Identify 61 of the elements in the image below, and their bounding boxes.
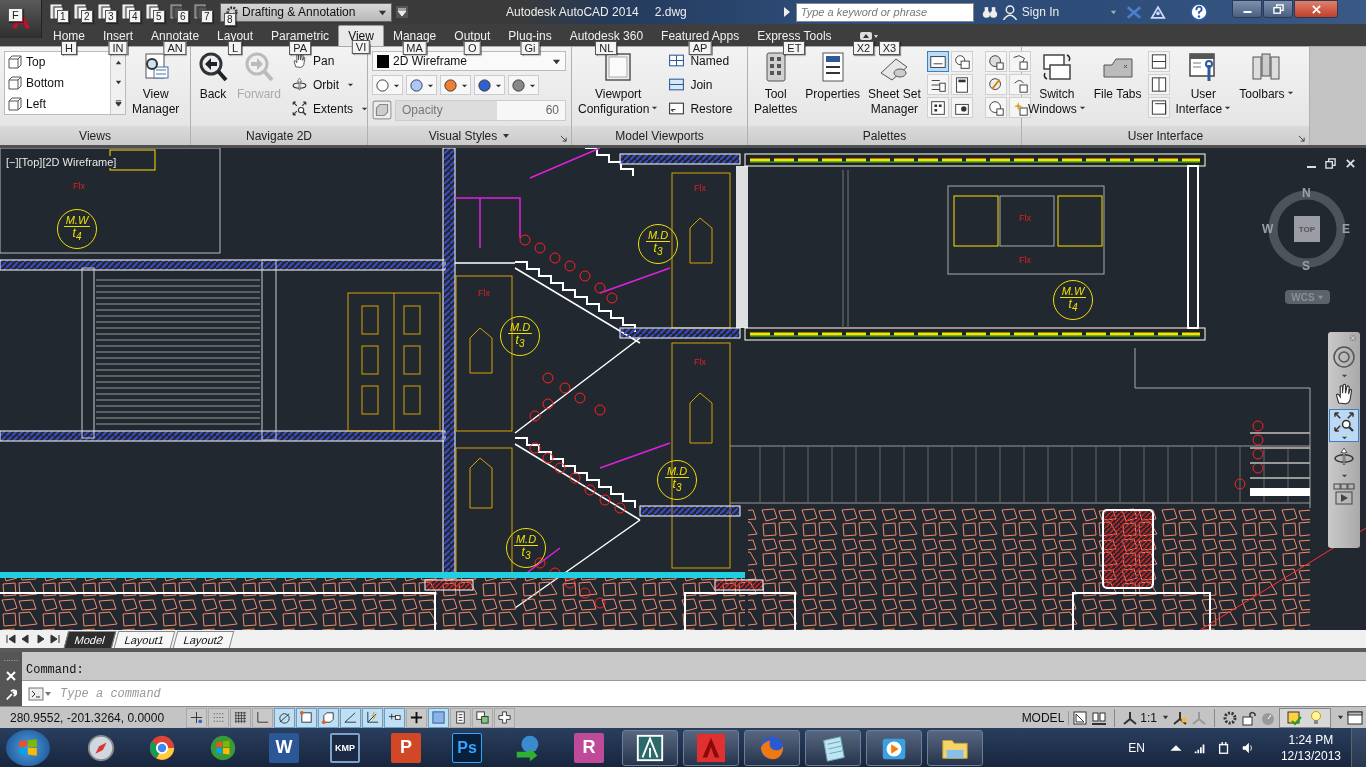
- clock-time: 1:24 PM: [1288, 731, 1334, 748]
- opacity-placeholder: Opacity: [402, 103, 443, 117]
- panel-title: Views: [79, 128, 111, 143]
- keytip-tooltip: 4: [129, 10, 141, 23]
- keytip-tooltip: 3: [105, 10, 117, 23]
- visual-style-name: 2D Wireframe: [393, 54, 468, 68]
- fixed-window-label: Flx: [478, 288, 490, 298]
- tag-index: t$_{3}$: [653, 242, 663, 259]
- keytip-tooltip: AP: [688, 41, 712, 55]
- panel-title: Navigate 2D: [245, 128, 312, 143]
- panel-title: User Interface: [1127, 128, 1204, 143]
- tag-code: M.D: [645, 229, 671, 243]
- keytip-tooltip: MA: [402, 41, 427, 55]
- keytip-tooltip: 5: [153, 10, 165, 23]
- workspace-name: Drafting & Annotation: [242, 5, 357, 19]
- tag-code: M.W: [63, 214, 91, 228]
- keytip-tooltip: AN: [163, 41, 187, 55]
- fixed-window-label: Flx: [694, 357, 706, 367]
- tag-code: M.W: [1059, 285, 1087, 299]
- app-logo-icon: KMP: [330, 732, 360, 763]
- tag-code: M.D: [664, 465, 690, 479]
- keytip-tooltip: L: [228, 41, 243, 55]
- keytip-tooltip: F: [8, 8, 23, 22]
- app-logo-icon: Ps: [452, 732, 482, 763]
- fixed-window-label: Flx: [1019, 213, 1031, 223]
- keytip-tooltip: X3: [878, 41, 901, 55]
- tag-index: t$_{3}$: [672, 478, 682, 495]
- keytip-tooltip: 8: [224, 12, 236, 26]
- tag-code: M.D: [507, 321, 533, 335]
- keytip-tooltip: 6: [177, 10, 189, 23]
- panel-title: Palettes: [862, 128, 907, 143]
- panel-title: Model Viewports: [615, 128, 704, 143]
- app-logo-icon: R: [574, 732, 604, 763]
- keytip-tooltip: X2: [852, 41, 875, 55]
- command-history: Command:: [22, 652, 1366, 681]
- tag-index: t$_{4}$: [72, 227, 82, 244]
- tag-code: M.D: [513, 533, 539, 547]
- fixed-window-label: Flx: [694, 183, 706, 193]
- keytip-tooltip: 7: [201, 10, 213, 23]
- keytip-tooltip: ET: [783, 41, 806, 55]
- keytip-tooltip: NL: [595, 41, 618, 55]
- keytip-tooltip: 1: [57, 10, 69, 23]
- app-logo-icon: W: [269, 732, 299, 763]
- clock-date: 12/13/2013: [1280, 747, 1341, 764]
- tag-index: t$_{3}$: [515, 334, 525, 351]
- keytip-tooltip: H: [61, 41, 77, 55]
- panel-title: Visual Styles: [428, 128, 498, 143]
- keytip-tooltip: O: [464, 41, 481, 55]
- keytip-tooltip: Gi: [520, 41, 540, 55]
- app-logo-icon: P: [391, 732, 421, 763]
- keytip-tooltip: IN: [108, 41, 128, 55]
- fixed-window-label: Flx: [1019, 255, 1031, 265]
- file-name: 2.dwg: [654, 5, 687, 19]
- fixed-window-label: Flx: [73, 181, 85, 191]
- keytip-tooltip: PA: [289, 41, 312, 55]
- application-title: Autodesk AutoCAD 2014: [506, 5, 639, 19]
- tag-index: t$_{3}$: [521, 546, 531, 563]
- tag-index: t$_{4}$: [1068, 298, 1078, 315]
- keytip-tooltip: VI: [351, 40, 371, 54]
- opacity-value: 60: [545, 103, 559, 117]
- keytip-tooltip: 2: [81, 10, 93, 23]
